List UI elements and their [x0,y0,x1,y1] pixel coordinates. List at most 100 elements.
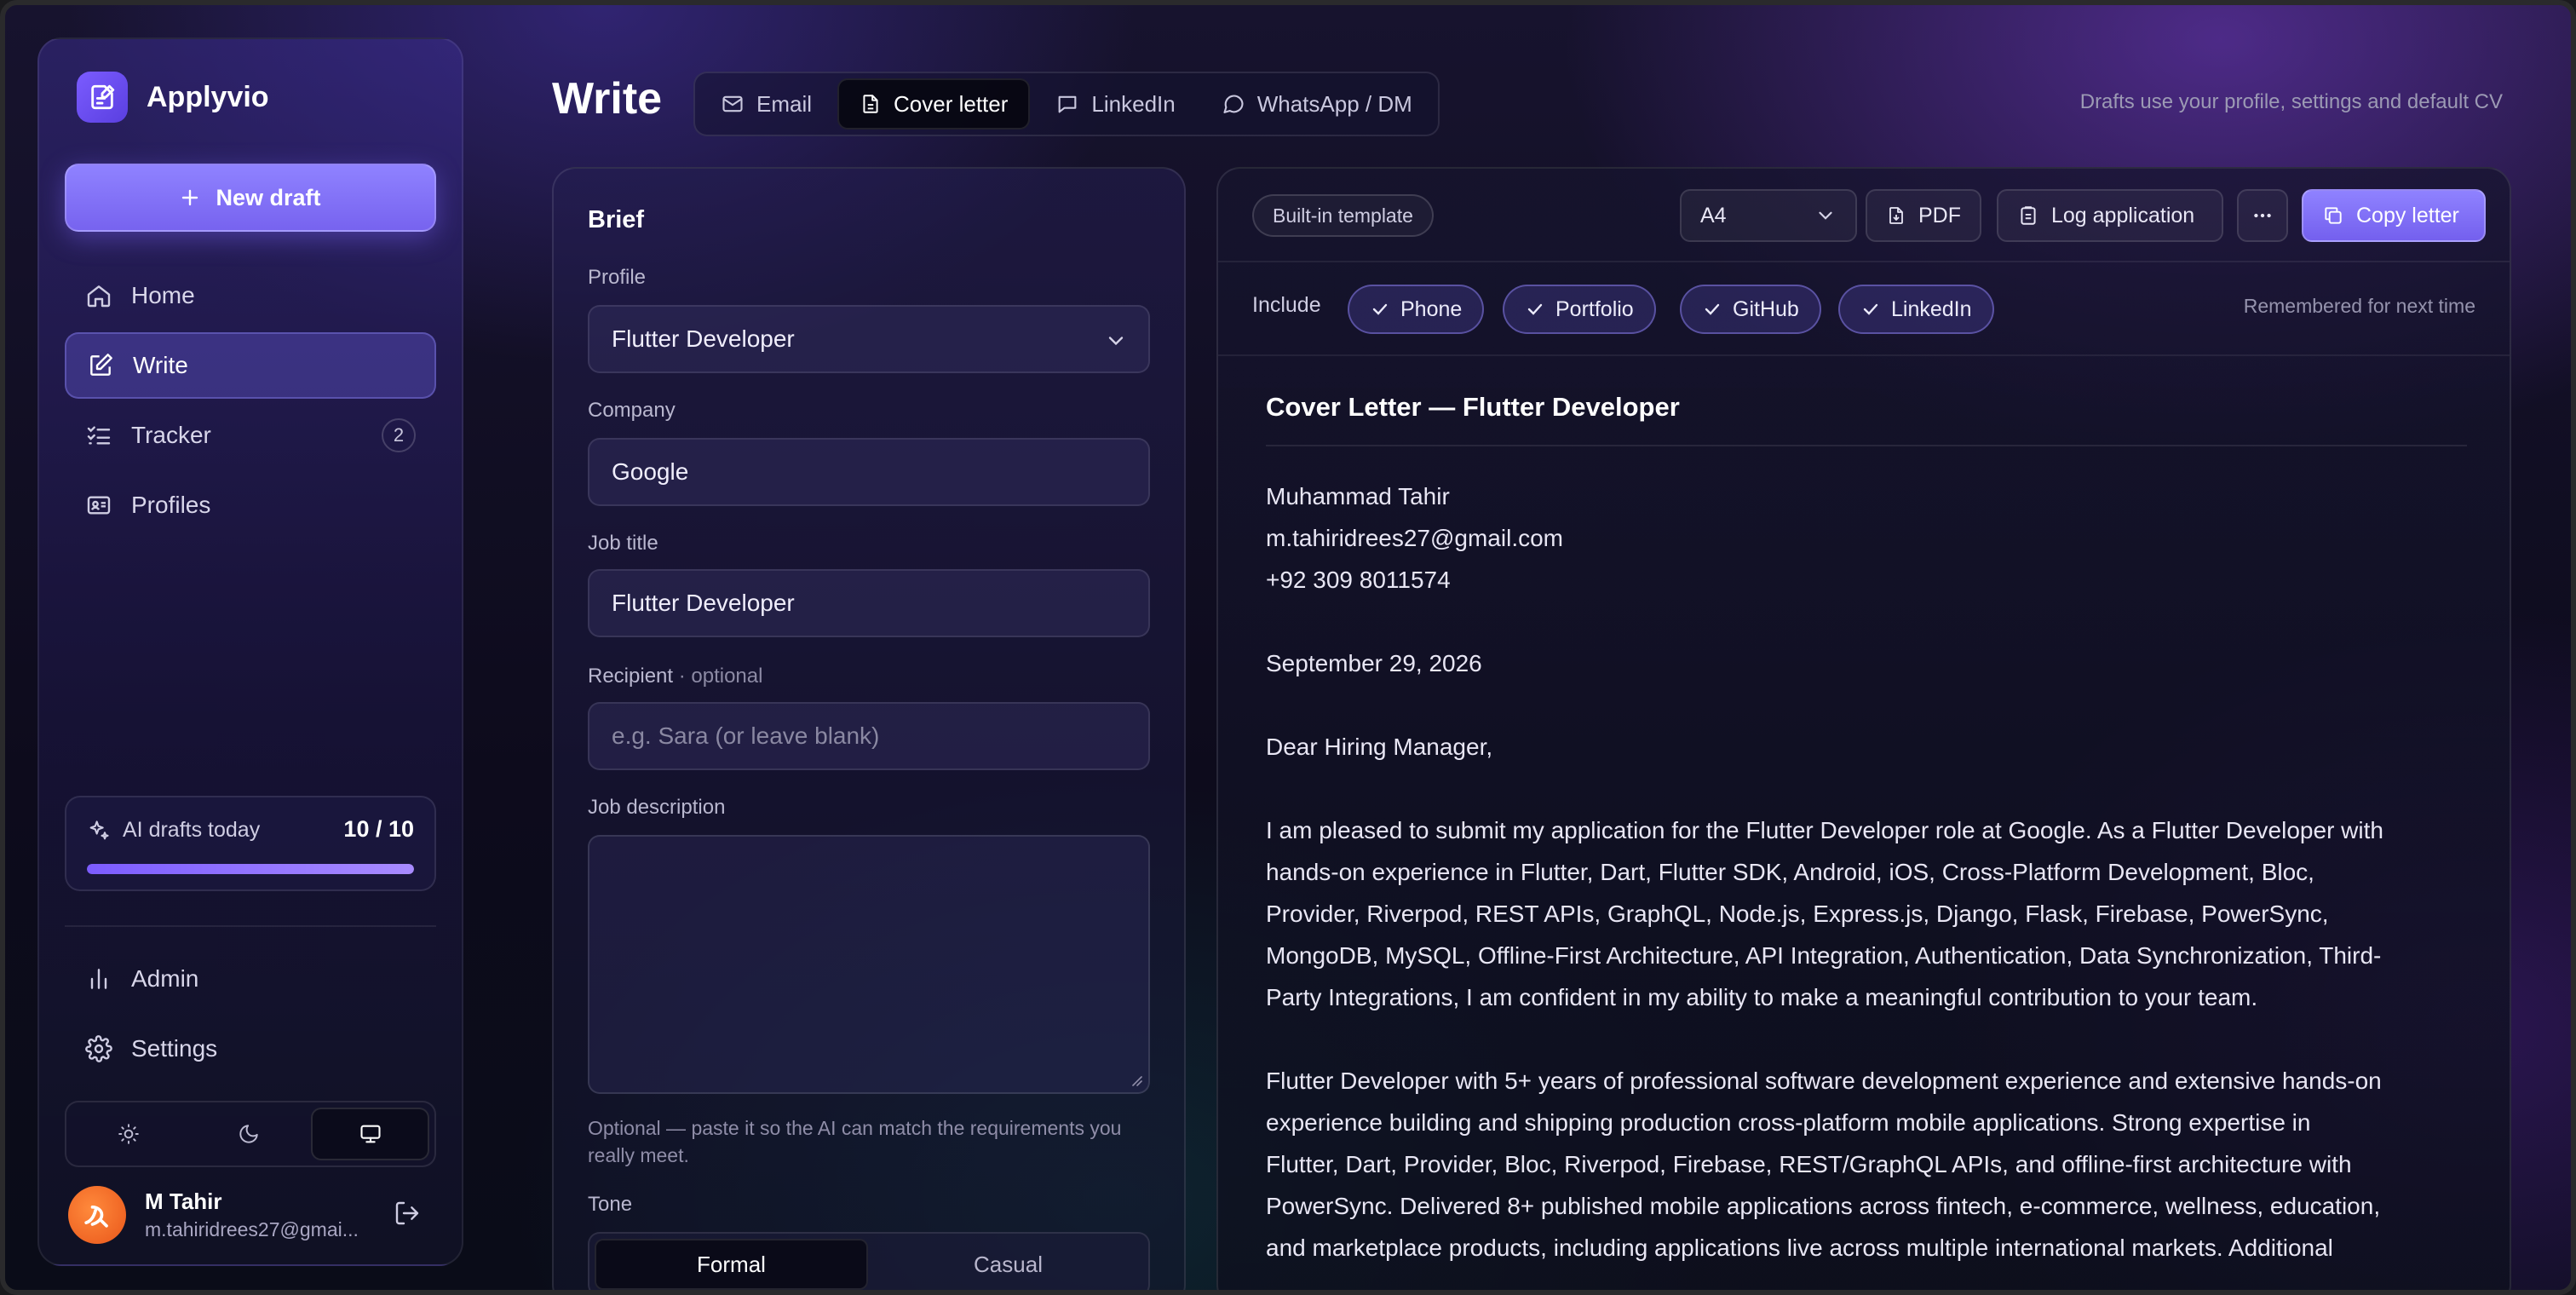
more-horizontal-icon [2254,213,2271,218]
letter-toolbar: Built-in template A4 PDF Log application… [1218,169,2510,262]
ai-drafts-label-row: AI drafts today [87,818,260,843]
page-size-select[interactable]: A4 [1680,189,1857,242]
pdf-button[interactable]: PDF [1866,189,1981,242]
recipient-input[interactable]: e.g. Sara (or leave blank) [588,702,1150,770]
gear-icon [85,1035,112,1062]
job-title-input[interactable]: Flutter Developer [588,569,1150,637]
tab-label: Cover letter [894,90,1009,117]
include-chip-portfolio[interactable]: Portfolio [1503,285,1656,334]
monitor-icon [360,1125,381,1143]
resize-grip-icon[interactable] [1128,1072,1143,1087]
sidebar-secondary-nav: Admin Settings [65,946,436,1085]
paragraph-line: I am pleased to submit my application fo… [1266,817,2383,843]
tracker-count-badge: 2 [382,418,416,452]
tone-toggle: Formal Casual [588,1232,1150,1290]
ai-drafts-count: 10 / 10 [343,816,414,842]
page-title: Write [552,74,663,124]
message-square-icon [1059,95,1077,113]
letter-panel: Built-in template A4 PDF Log application… [1216,167,2511,1290]
sidebar-item-profiles[interactable]: Profiles [65,472,436,538]
tab-label: LinkedIn [1091,90,1176,117]
new-draft-button[interactable]: New draft [65,164,436,232]
sidebar-item-tracker[interactable]: Tracker 2 [65,402,436,469]
sidebar-item-label: Admin [131,965,199,992]
sidebar-item-settings[interactable]: Settings [65,1016,436,1082]
sidebar-item-label: Profiles [131,492,211,518]
tone-formal-button[interactable]: Formal [595,1239,868,1290]
more-options-button[interactable] [2237,189,2288,242]
job-description-label: Job description [588,796,726,819]
job-description-textarea[interactable] [588,835,1150,1094]
company-input[interactable]: Google [588,438,1150,506]
tab-label: WhatsApp / DM [1256,90,1412,117]
paragraph-line: Flutter Developer with 5+ years of profe… [1266,1068,2382,1094]
paragraph-line: experience building and shipping product… [1266,1109,2311,1136]
chevron-down-icon [1819,211,1832,220]
paragraph-line: MongoDB, MySQL, Offline-First Architectu… [1266,942,2382,969]
logout-button[interactable] [394,1200,421,1231]
paragraph-line: Party Integrations, I am confident in my… [1266,984,2258,1010]
tab-whatsapp-dm[interactable]: WhatsApp / DM [1201,78,1433,130]
letter-paragraph-1: I am pleased to submit my application fo… [1266,809,2467,1018]
include-row: Include Phone Portfolio GitHub LinkedIn … [1218,262,2510,356]
profile-label: Profile [588,266,647,289]
clipboard-icon [2021,206,2036,225]
include-chip-linkedin[interactable]: LinkedIn [1838,285,1994,334]
recipient-placeholder: e.g. Sara (or leave blank) [612,722,880,749]
paragraph-line: PowerSync. Delivered 8+ published mobile… [1266,1193,2381,1219]
company-value: Google [612,458,689,485]
include-chip-github[interactable]: GitHub [1680,285,1821,334]
sidebar-item-label: Tracker [131,422,211,448]
chevron-down-icon [1108,337,1124,346]
theme-system-button[interactable] [311,1108,430,1160]
mail-icon [722,95,743,112]
avatar[interactable] [68,1186,126,1244]
chip-label: Portfolio [1555,296,1634,321]
recipient-label: Recipient · optional [588,665,762,688]
sun-icon [118,1124,140,1144]
sidebar-item-admin[interactable]: Admin [65,946,436,1012]
theme-dark-button[interactable] [192,1108,307,1160]
moon-icon [239,1125,258,1143]
avatar-logo-icon [84,1206,108,1228]
brand[interactable]: Applyvio [77,72,269,123]
sidebar-item-write[interactable]: Write [65,332,436,399]
header-note: Drafts use your profile, settings and de… [2079,90,2503,113]
sidebar-item-label: Settings [131,1035,218,1062]
log-application-button[interactable]: Log application [1997,189,2223,242]
company-label: Company [588,399,676,422]
user-text: M Tahir m.tahiridrees27@gmai... [145,1189,375,1241]
sidebar-item-home[interactable]: Home [65,262,436,329]
job-title-value: Flutter Developer [612,590,795,616]
theme-light-button[interactable] [72,1108,187,1160]
plus-icon [182,189,198,206]
tab-cover-letter[interactable]: Cover letter [837,78,1031,130]
tone-casual-button[interactable]: Casual [873,1239,1143,1290]
profile-select[interactable]: Flutter Developer [588,305,1150,373]
theme-switch [65,1101,436,1167]
document-icon [863,95,878,113]
copy-icon [2325,207,2342,224]
tab-label: Email [756,90,813,117]
tone-label: Tone [588,1193,633,1216]
paragraph-line: Flutter, Dart, Provider, Bloc, Riverpod,… [1266,1151,2352,1177]
file-download-icon [1889,207,1903,224]
copy-letter-button[interactable]: Copy letter [2302,189,2486,242]
checklist-icon [87,426,111,445]
tab-linkedin[interactable]: LinkedIn [1035,78,1195,130]
sparkles-icon [89,820,109,839]
user-profile: M Tahir m.tahiridrees27@gmai... [65,1181,436,1249]
remember-note: Remembered for next time [2243,295,2475,317]
edit-icon [90,354,112,376]
recipient-label-text: Recipient [588,665,674,688]
include-chip-phone[interactable]: Phone [1348,285,1485,334]
job-title-label: Job title [588,532,658,555]
check-icon [1705,303,1720,315]
tab-email[interactable]: Email [700,78,832,130]
cover-letter-document: Cover Letter — Flutter Developer Muhamma… [1266,392,2467,1269]
paragraph-line: Provider, Riverpod, REST APIs, GraphQL, … [1266,901,2329,927]
sidebar: Applyvio New draft Home Write Tracker 2 [37,37,463,1266]
app-window: Applyvio New draft Home Write Tracker 2 [0,0,2576,1295]
